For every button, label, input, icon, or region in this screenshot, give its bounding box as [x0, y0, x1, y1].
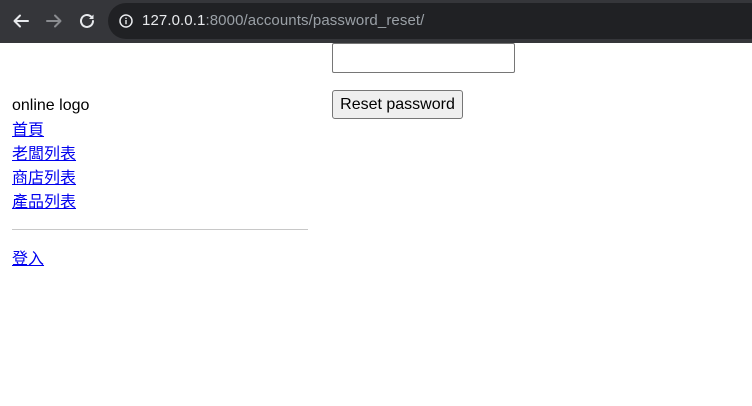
reset-password-button[interactable]: Reset password — [332, 90, 463, 119]
sidebar-divider — [12, 229, 308, 230]
login-link[interactable]: 登入 — [12, 249, 44, 268]
url-path: :8000/accounts/password_reset/ — [205, 12, 425, 29]
email-input[interactable] — [332, 43, 515, 73]
url-host: 127.0.0.1 — [142, 12, 206, 29]
forward-arrow-icon[interactable] — [43, 10, 65, 32]
nav-link-product-list[interactable]: 產品列表 — [12, 192, 308, 211]
browser-toolbar: 127.0.0.1:8000/accounts/password_reset/ — [0, 0, 752, 43]
url-text[interactable]: 127.0.0.1:8000/accounts/password_reset/ — [142, 12, 424, 29]
nav-link-boss-list[interactable]: 老闆列表 — [12, 144, 308, 163]
logo-text: online logo — [12, 97, 90, 114]
back-arrow-icon[interactable] — [10, 10, 32, 32]
address-bar[interactable]: 127.0.0.1:8000/accounts/password_reset/ — [108, 3, 752, 39]
reload-icon[interactable] — [76, 10, 98, 32]
sidebar: online logo 首頁 老闆列表 商店列表 產品列表 — [12, 96, 308, 216]
nav-link-home[interactable]: 首頁 — [12, 120, 308, 139]
nav-link-store-list[interactable]: 商店列表 — [12, 168, 308, 187]
site-info-icon[interactable] — [119, 14, 133, 28]
